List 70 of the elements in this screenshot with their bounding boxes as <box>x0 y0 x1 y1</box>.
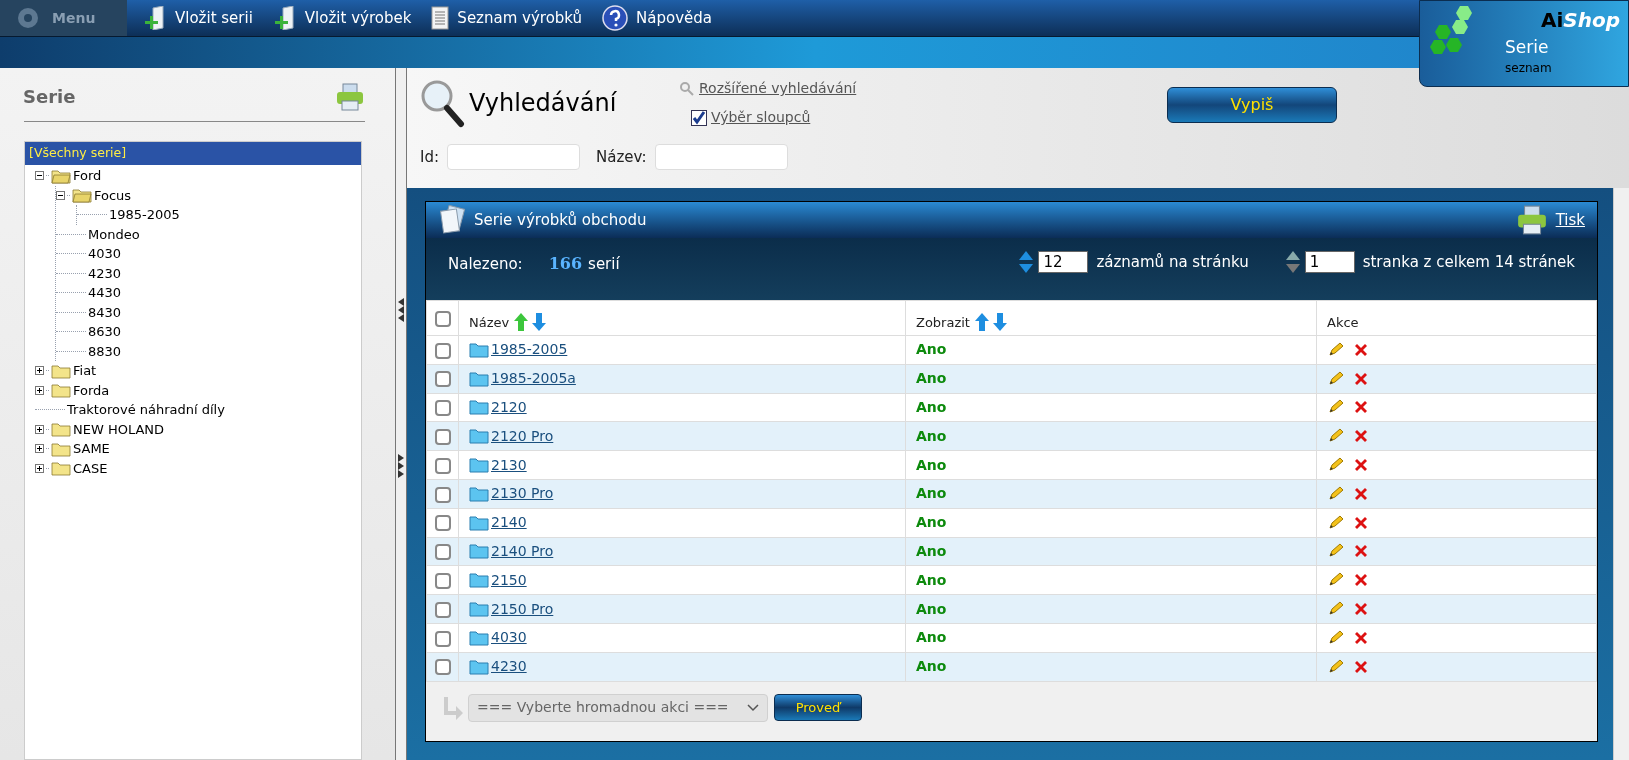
table-cell: Ano <box>905 364 1317 394</box>
column-header[interactable]: Název <box>469 312 510 332</box>
tree-item[interactable]: 4030 <box>88 244 122 264</box>
tree-item[interactable]: 1985-2005 <box>109 205 180 225</box>
advanced-search-link[interactable]: Rozšířené vyhledávání <box>679 78 857 99</box>
search-title: Vyhledávání <box>469 88 617 119</box>
tree-item[interactable]: NEW HOLAND <box>73 419 165 439</box>
table-cell: Ano <box>905 652 1317 682</box>
tree-item[interactable]: [Všechny serie] <box>25 142 361 165</box>
table-cell: Ano <box>905 594 1317 624</box>
series-link[interactable]: 2120 Pro <box>491 425 554 447</box>
sidebar-title: Serie <box>23 85 76 109</box>
field-label: Id: <box>420 146 439 168</box>
table-cell: Ano <box>905 508 1317 538</box>
series-link[interactable]: 4230 <box>491 656 527 678</box>
series-link[interactable]: 2130 <box>491 454 527 476</box>
column-header[interactable]: Zobrazit <box>916 312 970 332</box>
per-page-label: záznamů na stránku <box>1096 251 1249 273</box>
found-label: Nalezeno: <box>448 254 523 275</box>
tree-item[interactable]: Forda <box>73 380 110 400</box>
list-button[interactable]: Vypiš <box>1167 87 1337 123</box>
panel-title: Serie výrobků obchodu <box>474 209 647 231</box>
table-cell: Ano <box>905 623 1317 653</box>
table-cell: Ano <box>905 421 1317 451</box>
section-title: Serie <box>1505 36 1549 59</box>
tree-item[interactable]: Traktorové náhradní díly <box>67 400 225 420</box>
page-label: stranka z celkem 14 stránek <box>1362 251 1575 273</box>
table-cell: Ano <box>905 537 1317 566</box>
tree-item[interactable]: CASE <box>73 458 108 478</box>
tree-item[interactable]: 4230 <box>88 263 122 283</box>
menu-item[interactable]: Vložit výrobek <box>272 6 412 30</box>
series-link[interactable]: 2120 <box>491 397 527 418</box>
per-page-field[interactable]: 12 <box>1038 251 1089 273</box>
series-link[interactable]: 2150 Pro <box>491 598 554 620</box>
tree-item[interactable]: Ford <box>73 166 102 186</box>
menu-item[interactable]: Vložit serii <box>143 6 253 30</box>
series-link[interactable]: 2140 Pro <box>491 540 554 562</box>
tree-item[interactable]: 4430 <box>88 283 122 303</box>
tree-item[interactable]: 8430 <box>88 302 122 322</box>
field-label: Název: <box>596 146 647 168</box>
tree-item[interactable]: SAME <box>73 439 110 459</box>
section-subtitle: seznam <box>1505 60 1552 77</box>
table-cell: Ano <box>905 479 1317 509</box>
tree-item[interactable]: 8830 <box>88 341 122 361</box>
column-selection-link[interactable]: Výběr sloupců <box>711 107 811 128</box>
tree-item[interactable]: Fiat <box>73 361 97 381</box>
series-link[interactable]: 1985-2005 <box>491 339 568 361</box>
menu-item[interactable]: Seznam výrobků <box>431 6 583 30</box>
table-cell: Ano <box>905 450 1317 480</box>
series-link[interactable]: 2130 Pro <box>491 483 554 505</box>
tree-item[interactable]: 8630 <box>88 322 122 342</box>
bulk-action-select[interactable]: === Vyberte hromadnou akci === <box>468 693 768 722</box>
table-cell: Ano <box>905 393 1317 422</box>
series-link[interactable]: 2150 <box>491 569 527 591</box>
page-field[interactable]: 1 <box>1304 251 1355 273</box>
column-header[interactable]: Akce <box>1327 312 1359 332</box>
execute-button[interactable]: Proveď <box>774 694 862 722</box>
series-link[interactable]: 1985-2005a <box>491 368 576 390</box>
print-link[interactable]: Tisk <box>1555 208 1585 232</box>
brand-logo: AiShop <box>1540 7 1620 34</box>
tree-item[interactable]: Focus <box>94 185 132 205</box>
tree-item[interactable]: Mondeo <box>88 224 140 244</box>
table-cell: Ano <box>905 335 1317 365</box>
menu-button[interactable]: Menu <box>0 0 127 36</box>
series-link[interactable]: 2140 <box>491 512 527 534</box>
found-count: 166 <box>548 253 583 275</box>
found-unit: serií <box>588 254 620 275</box>
series-link[interactable]: 4030 <box>491 627 527 649</box>
menu-item[interactable]: Nápověda <box>602 5 713 31</box>
table-cell: Ano <box>905 565 1317 595</box>
